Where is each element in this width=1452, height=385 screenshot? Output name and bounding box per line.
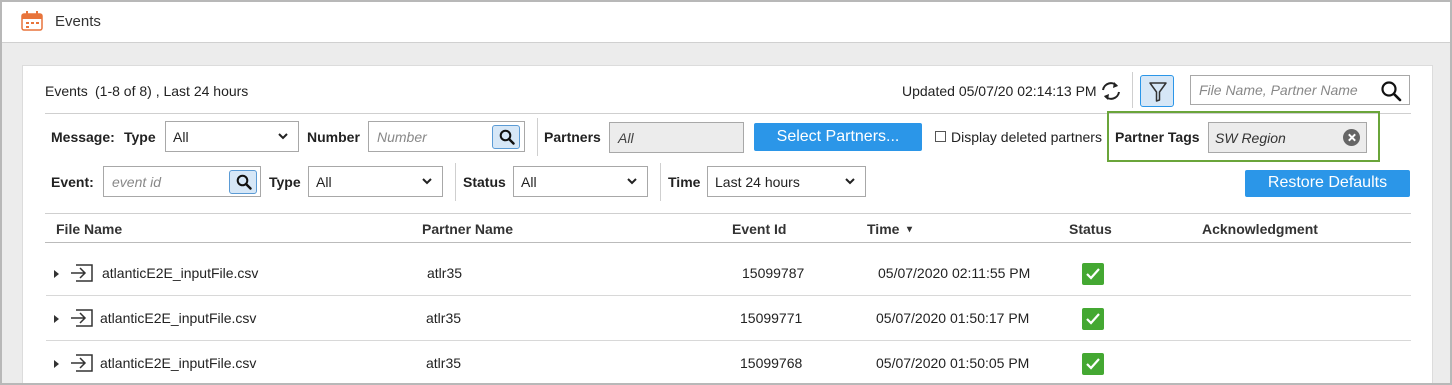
number-label: Number — [307, 129, 360, 145]
filter-toggle-button[interactable] — [1140, 75, 1174, 107]
expand-row-icon[interactable] — [54, 270, 59, 278]
calendar-icon — [21, 11, 43, 31]
table-row[interactable]: atlanticE2E_inputFile.csv atlr35 1509977… — [46, 296, 1411, 341]
partner-tags-label: Partner Tags — [1115, 129, 1200, 145]
clear-tag-icon[interactable] — [1343, 129, 1360, 146]
column-event-id[interactable]: Event Id — [732, 221, 786, 237]
display-deleted-checkbox[interactable] — [935, 131, 946, 142]
sort-descending-icon[interactable]: ▾ — [907, 224, 912, 235]
global-search-input[interactable]: File Name, Partner Name — [1190, 75, 1410, 105]
time-cell: 05/07/2020 02:11:55 PM — [878, 265, 1031, 281]
filter-divider — [660, 163, 661, 201]
global-search-placeholder: File Name, Partner Name — [1199, 82, 1358, 98]
filter-divider — [537, 118, 538, 156]
partner-name-link[interactable]: atlr35 — [426, 310, 461, 326]
partner-name-link[interactable]: atlr35 — [427, 265, 462, 281]
event-id-placeholder: event id — [112, 174, 162, 190]
window: Events Events (1-8 of 8) , Last 24 hours… — [0, 0, 1452, 385]
checkmark-icon — [1086, 313, 1100, 325]
inbound-arrow-icon — [70, 307, 94, 332]
time-select[interactable]: Last 24 hours — [707, 166, 866, 197]
chevron-down-icon — [627, 178, 637, 185]
number-placeholder: Number — [377, 129, 427, 145]
chevron-down-icon — [278, 133, 288, 140]
event-search-button[interactable] — [229, 170, 257, 194]
time-cell: 05/07/2020 01:50:17 PM — [876, 310, 1030, 326]
filter-divider — [455, 163, 456, 201]
updated-timestamp: Updated 05/07/20 02:14:13 PM — [902, 83, 1097, 99]
display-deleted-label: Display deleted partners — [951, 129, 1102, 145]
checkmark-icon — [1086, 268, 1100, 280]
table-header-border — [45, 242, 1411, 243]
window-title: Events — [55, 13, 101, 30]
column-file-name[interactable]: File Name — [56, 221, 122, 237]
status-select[interactable]: All — [513, 166, 648, 197]
checkmark-icon — [1086, 358, 1100, 370]
message-type-value: All — [173, 129, 189, 145]
message-type-label: Type — [124, 129, 156, 145]
time-label: Time — [668, 174, 701, 190]
column-acknowledgment[interactable]: Acknowledgment — [1202, 221, 1318, 237]
status-success-icon — [1082, 308, 1104, 330]
expand-row-icon[interactable] — [54, 360, 59, 368]
event-id-cell: 15099787 — [742, 265, 805, 281]
table-row[interactable]: atlanticE2E_inputFile.csv atlr35 1509978… — [46, 251, 1411, 296]
file-name-link[interactable]: atlanticE2E_inputFile.csv — [100, 310, 256, 326]
status-success-icon — [1082, 353, 1104, 375]
search-icon — [236, 174, 252, 190]
number-search-button[interactable] — [492, 125, 520, 149]
partner-name-link[interactable]: atlr35 — [426, 355, 461, 371]
title-bar: Events — [2, 2, 1450, 43]
event-type-select[interactable]: All — [308, 166, 443, 197]
status-label: Status — [463, 174, 506, 190]
event-type-value: All — [316, 174, 332, 190]
partners-label: Partners — [544, 129, 601, 145]
funnel-icon — [1148, 81, 1168, 106]
search-icon[interactable] — [1380, 80, 1402, 105]
time-value: Last 24 hours — [715, 174, 800, 190]
inbound-arrow-icon — [70, 352, 94, 377]
status-value: All — [521, 174, 537, 190]
inbound-arrow-icon — [70, 262, 94, 287]
partner-tag-value: SW Region — [1215, 130, 1286, 146]
message-label: Message: — [51, 129, 115, 145]
event-id-cell: 15099768 — [740, 355, 803, 371]
event-type-label: Type — [269, 174, 301, 190]
file-name-link[interactable]: atlanticE2E_inputFile.csv — [102, 265, 258, 281]
event-id-cell: 15099771 — [740, 310, 803, 326]
toolbar-divider — [1132, 72, 1133, 108]
events-panel: Events (1-8 of 8) , Last 24 hours Update… — [22, 65, 1433, 383]
expand-row-icon[interactable] — [54, 315, 59, 323]
events-heading: Events — [45, 83, 88, 99]
chevron-down-icon — [845, 178, 855, 185]
chevron-down-icon — [422, 178, 432, 185]
events-count: (1-8 of 8) , Last 24 hours — [95, 83, 249, 99]
select-partners-button[interactable]: Select Partners... — [754, 123, 922, 151]
restore-defaults-button[interactable]: Restore Defaults — [1245, 170, 1410, 197]
search-icon — [499, 129, 515, 145]
table-row[interactable]: atlanticE2E_inputFile.csv atlr35 1509976… — [46, 341, 1411, 383]
column-partner-name[interactable]: Partner Name — [422, 221, 513, 237]
table-top-border — [45, 213, 1411, 214]
file-name-link[interactable]: atlanticE2E_inputFile.csv — [100, 355, 256, 371]
partners-field: All — [609, 122, 744, 153]
column-time[interactable]: Time — [867, 221, 899, 237]
partner-tags-input[interactable]: SW Region — [1208, 122, 1367, 153]
status-success-icon — [1082, 263, 1104, 285]
refresh-icon[interactable] — [1098, 78, 1124, 107]
message-type-select[interactable]: All — [165, 121, 299, 152]
partners-value: All — [618, 130, 634, 146]
column-status[interactable]: Status — [1069, 221, 1112, 237]
event-label: Event: — [51, 174, 94, 190]
time-cell: 05/07/2020 01:50:05 PM — [876, 355, 1030, 371]
